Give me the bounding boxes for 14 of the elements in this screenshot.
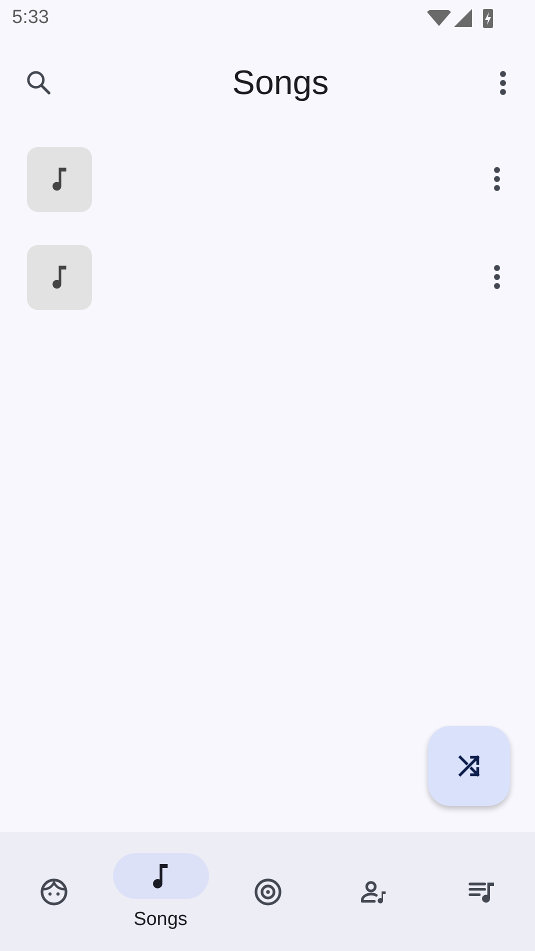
shuffle-button[interactable] bbox=[428, 726, 510, 806]
song-menu-button[interactable] bbox=[493, 166, 501, 192]
face-icon bbox=[38, 876, 70, 908]
battery-charging-icon bbox=[483, 8, 493, 28]
disc-icon bbox=[252, 876, 284, 908]
more-icon bbox=[499, 70, 507, 96]
more-icon bbox=[493, 264, 501, 290]
screen-title: Songs bbox=[232, 64, 329, 102]
status-time: 5:33 bbox=[12, 7, 49, 29]
wifi-icon bbox=[427, 10, 451, 26]
signal-icon bbox=[454, 9, 472, 27]
song-menu-button[interactable] bbox=[493, 264, 501, 290]
more-options-button[interactable] bbox=[499, 70, 507, 96]
more-icon bbox=[493, 166, 501, 192]
